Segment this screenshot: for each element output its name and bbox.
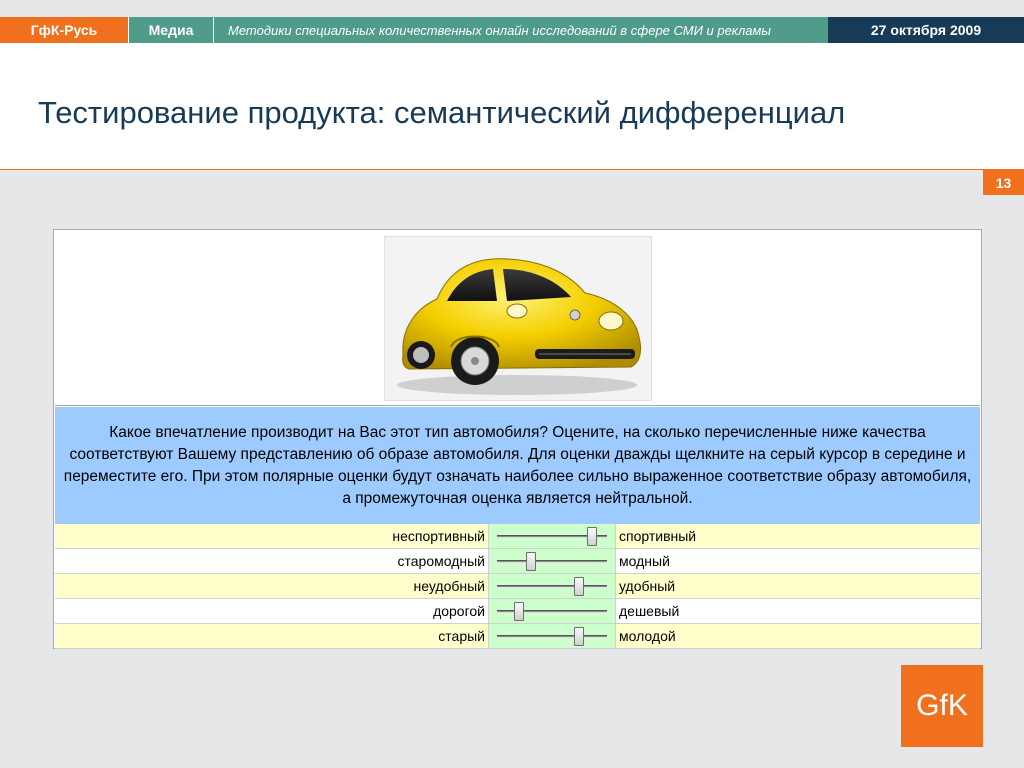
scale-row: дорогой дешевый [55,599,980,624]
page-title: Тестирование продукта: семантический диф… [38,95,846,130]
scale-right-label: дешевый [619,603,680,619]
scale-row: неудобный удобный [55,574,980,599]
brand-label: ГфК-Русь [0,17,128,43]
scale-slider[interactable] [488,549,616,573]
image-row [55,231,980,406]
slider-thumb[interactable] [525,552,536,571]
description-label: Методики специальных количественных онла… [213,17,828,43]
scale-slider[interactable] [488,574,616,598]
section-label: Медиа [128,17,213,43]
scale-left-label: неспортивный [392,528,485,544]
scale-left-label: неудобный [413,578,485,594]
slide-number: 13 [983,170,1024,195]
scale-rows: неспортивный спортивный старомодный модн… [55,524,980,649]
top-bar: ГфК-Русь Медиа Методики специальных коли… [0,17,1024,43]
scale-slider[interactable] [488,624,616,648]
scale-slider[interactable] [488,524,616,548]
scale-right-label: удобный [619,578,676,594]
scale-right-label: молодой [619,628,676,644]
scale-row: старый молодой [55,624,980,649]
scale-row: неспортивный спортивный [55,524,980,549]
scale-left-label: старый [438,628,485,644]
scale-right-label: модный [619,553,670,569]
yellow-car-image [384,236,652,401]
scale-left-label: дорогой [433,603,485,619]
question-text: Какое впечатление производит на Вас этот… [55,407,980,524]
scale-right-label: спортивный [619,528,697,544]
slider-track [497,635,607,638]
slider-thumb[interactable] [514,602,525,621]
title-area: Тестирование продукта: семантический диф… [0,43,1024,170]
car-illustration [397,258,642,395]
scale-slider[interactable] [488,599,616,623]
scale-row: старомодный модный [55,549,980,574]
date-label: 27 октября 2009 [828,17,1024,43]
slider-track [497,560,607,563]
gfk-logo: GfK [901,665,983,747]
slider-thumb[interactable] [587,527,598,546]
slider-thumb[interactable] [573,627,584,646]
survey-panel: Какое впечатление производит на Вас этот… [53,229,982,649]
scale-left-label: старомодный [397,553,486,569]
slider-thumb[interactable] [573,577,584,596]
slider-track [497,585,607,588]
